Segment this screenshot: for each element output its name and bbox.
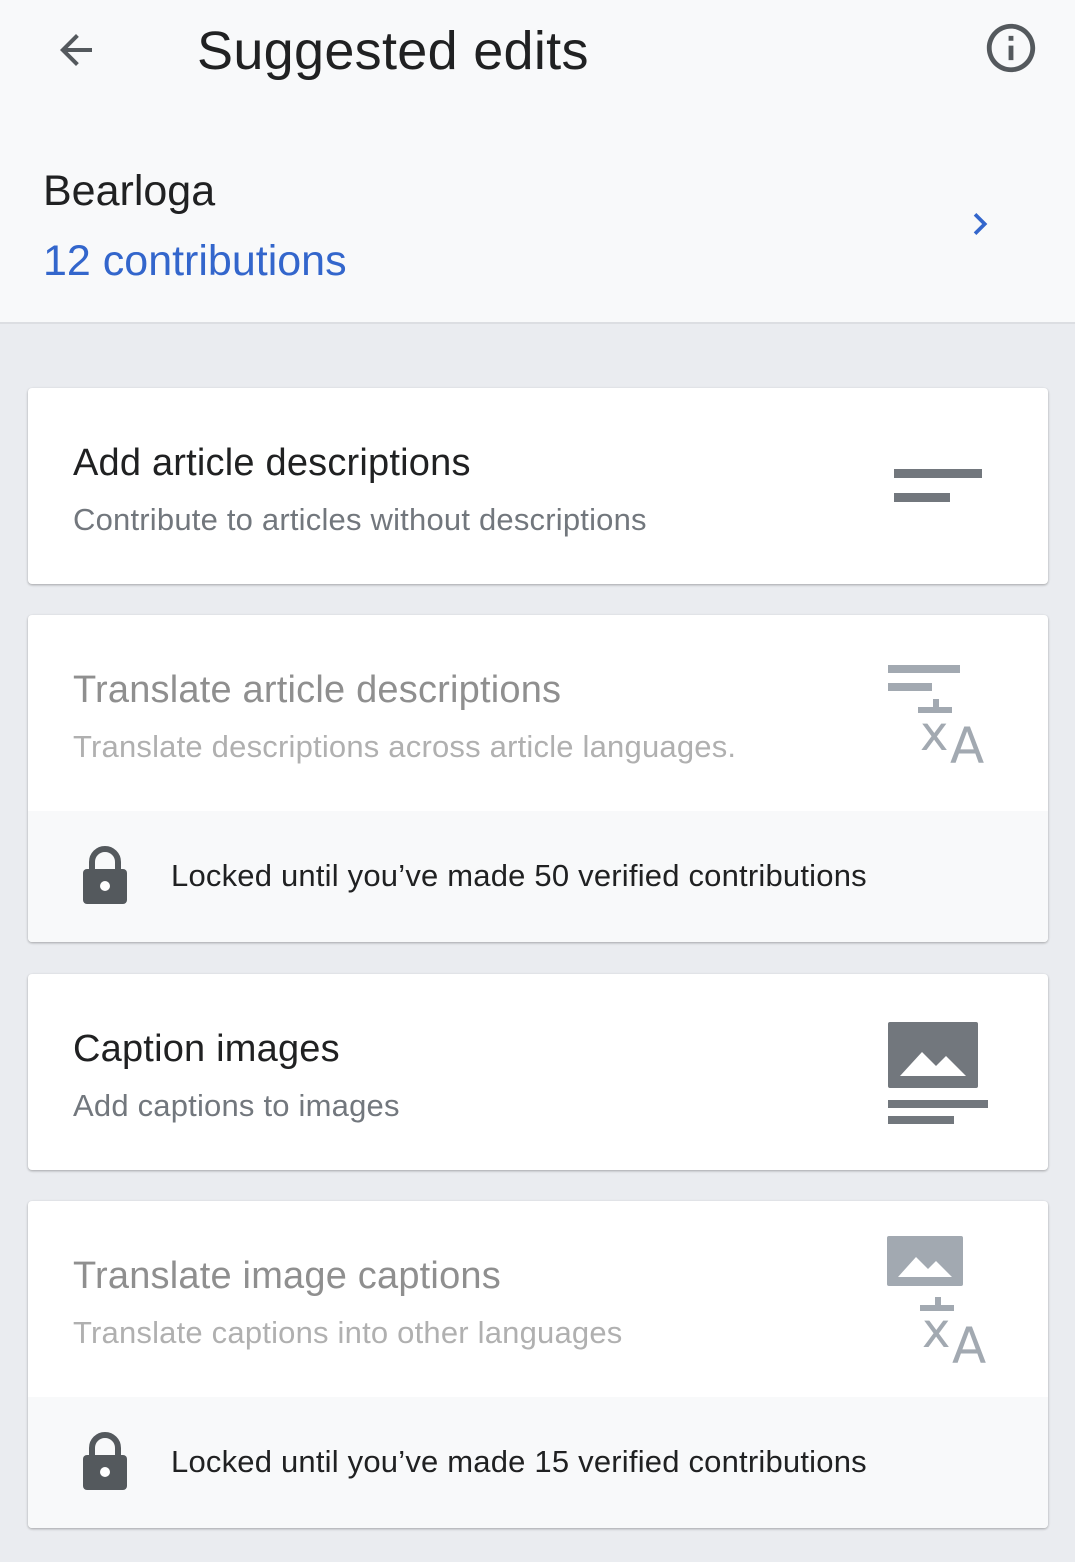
card-title: Add article descriptions [73, 442, 471, 484]
arrow-back-icon [60, 34, 92, 66]
back-button[interactable] [44, 18, 108, 82]
page-title: Suggested edits [197, 21, 589, 81]
lock-text: Locked until you’ve made 15 verified con… [171, 1444, 867, 1479]
translate-image-icon: x A [887, 1236, 986, 1367]
app-header: Suggested edits Bearloga 12 contribution… [0, 0, 1075, 324]
card-subtitle: Translate captions into other languages [73, 1315, 623, 1350]
locked-notice: Locked until you’ve made 50 verified con… [28, 811, 1048, 942]
card-translate-image-captions[interactable]: Translate image captions Translate capti… [28, 1201, 1048, 1528]
card-subtitle: Translate descriptions across article la… [73, 729, 737, 764]
card-title: Translate image captions [73, 1255, 501, 1297]
user-contributions-row[interactable]: Bearloga 12 contributions [0, 150, 1075, 300]
card-translate-article-descriptions[interactable]: Translate article descriptions Translate… [28, 615, 1048, 942]
card-add-article-descriptions[interactable]: Add article descriptions Contribute to a… [28, 388, 1048, 584]
svg-text:A: A [950, 717, 984, 767]
card-title: Translate article descriptions [73, 669, 562, 711]
card-caption-images[interactable]: Caption images Add captions to images [28, 974, 1048, 1170]
chevron-right-icon [973, 213, 988, 235]
svg-text:x: x [922, 1303, 950, 1359]
translate-text-icon: x A [888, 665, 984, 767]
card-title: Caption images [73, 1028, 340, 1070]
info-icon [986, 23, 1036, 73]
short-text-icon [894, 469, 982, 502]
lock-text: Locked until you’ve made 50 verified con… [171, 858, 867, 893]
svg-text:x: x [920, 706, 948, 762]
contributions-link[interactable]: 12 contributions [43, 235, 347, 287]
svg-text:A: A [952, 1317, 986, 1367]
lock-icon [83, 846, 127, 904]
card-subtitle: Contribute to articles without descripti… [73, 502, 647, 537]
card-subtitle: Add captions to images [73, 1088, 400, 1123]
username: Bearloga [43, 167, 216, 215]
info-button[interactable] [978, 15, 1044, 81]
image-caption-icon [888, 1022, 988, 1124]
lock-icon [83, 1432, 127, 1490]
locked-notice: Locked until you’ve made 15 verified con… [28, 1397, 1048, 1528]
